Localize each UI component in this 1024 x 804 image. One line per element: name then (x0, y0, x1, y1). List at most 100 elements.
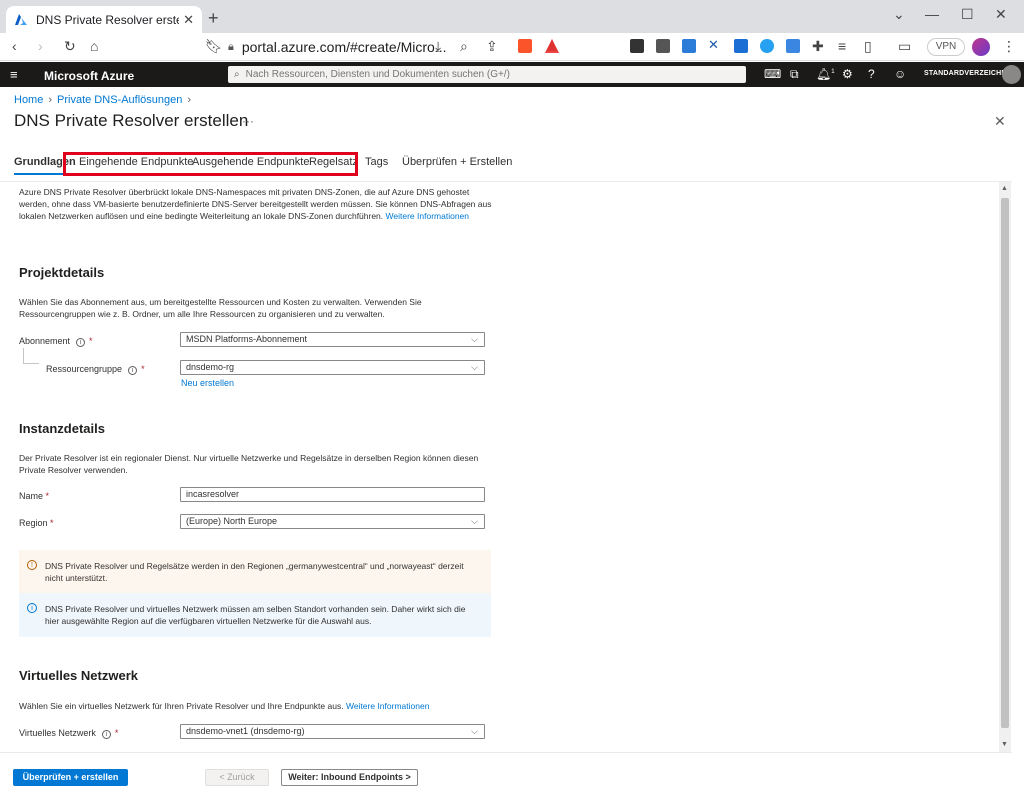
directory-name[interactable]: STANDARDVERZEICHNIS (924, 70, 1014, 77)
tab-ueberpruefen-erstellen[interactable]: Überprüfen + Erstellen (402, 156, 512, 168)
menu-icon[interactable]: ⋮ (1002, 38, 1016, 55)
project-description: Wählen Sie das Abonnement aus, um bereit… (19, 297, 422, 319)
breadcrumb: Home › Private DNS-Auflösungen › (14, 94, 196, 106)
wallet-icon[interactable]: ▭ (898, 38, 911, 55)
info-icon[interactable]: i (101, 730, 111, 739)
intro-text: Azure DNS Private Resolver überbrückt lo… (19, 186, 499, 222)
back-button[interactable]: < Zurück (205, 769, 269, 786)
zoom-icon[interactable]: ⌕ (460, 38, 468, 55)
tree-connector (23, 348, 39, 364)
chevron-down-icon: ⌵ (471, 516, 478, 526)
subscription-select[interactable]: MSDN Platforms-Abonnement ⌵ (180, 332, 485, 347)
instance-description: Der Private Resolver ist ein regionaler … (19, 453, 479, 475)
review-create-button[interactable]: Überprüfen + erstellen (13, 769, 128, 786)
region-value: (Europe) North Europe (186, 516, 278, 526)
tab-tags[interactable]: Tags (365, 156, 388, 168)
browser-toolbar: ‹ › ↻ ⌂ 🔖︎ 🔒︎ portal.azure.com/#create/M… (0, 33, 1024, 61)
scroll-up-icon[interactable]: ▲ (1001, 185, 1008, 192)
close-tab-icon[interactable]: ✕ (183, 12, 194, 28)
breadcrumb-home[interactable]: Home (14, 94, 43, 106)
home-icon[interactable]: ⌂ (90, 38, 98, 54)
required-marker: * (50, 518, 54, 528)
lock-icon: 🔒︎ (228, 40, 234, 53)
close-blade-icon[interactable]: ✕ (994, 113, 1006, 130)
browser-tab-title: DNS Private Resolver erstellen - Micr (36, 12, 179, 27)
vnet-description-text: Wählen Sie ein virtuelles Netzwerk für I… (19, 701, 344, 711)
forward-icon[interactable]: › (38, 38, 43, 54)
extension-6-icon[interactable] (760, 39, 774, 53)
chevron-down-icon: ⌵ (471, 362, 478, 372)
extension-5-icon[interactable] (734, 39, 748, 53)
back-icon[interactable]: ‹ (12, 38, 17, 54)
minimize-icon[interactable]: — (925, 6, 939, 22)
azure-logo-icon (15, 13, 27, 25)
brave-shield-icon[interactable] (518, 39, 532, 53)
window-close-icon[interactable]: ✕ (995, 6, 1007, 23)
create-new-link[interactable]: Neu erstellen (181, 378, 234, 388)
settings-gear-icon[interactable]: ⚙ (842, 67, 853, 81)
help-icon[interactable]: ? (868, 67, 875, 81)
extensions-puzzle-icon[interactable]: ✚ (812, 38, 824, 55)
azure-brand[interactable]: Microsoft Azure (44, 69, 134, 83)
azure-top-bar: ≡ Microsoft Azure ⌕ ⌨ ⧉ 🔔︎1 ⚙ ? ☺ STANDA… (0, 62, 1024, 87)
warning-message: ! DNS Private Resolver und Regelsätze we… (19, 550, 491, 594)
browser-tab[interactable]: DNS Private Resolver erstellen - Micr ✕ (6, 6, 202, 33)
resource-group-label: Ressourcengruppe i * (46, 364, 145, 375)
name-input[interactable]: incasresolver (180, 487, 485, 502)
extension-3-icon[interactable] (682, 39, 696, 53)
vnet-select[interactable]: dnsdemo-vnet1 (dnsdemo-rg) ⌵ (180, 724, 485, 739)
project-heading: Projektdetails (19, 265, 105, 280)
vnet-heading: Virtuelles Netzwerk (19, 668, 138, 683)
info-text: DNS Private Resolver und virtuelles Netz… (45, 604, 466, 626)
vpn-button[interactable]: VPN (927, 38, 965, 56)
tab-list-icon[interactable]: ⌄ (893, 6, 905, 23)
required-marker: * (141, 364, 145, 374)
install-icon[interactable]: ⤓ (435, 38, 441, 55)
next-button[interactable]: Weiter: Inbound Endpoints > (281, 769, 418, 786)
subscription-value: MSDN Platforms-Abonnement (186, 334, 308, 344)
breadcrumb-separator: › (187, 94, 192, 106)
address-bar[interactable]: 🔒︎ portal.azure.com/#create/Micro... (228, 36, 528, 58)
required-marker: * (89, 336, 93, 346)
bookmark-icon[interactable]: 🔖︎ (205, 38, 223, 55)
extension-2-icon[interactable] (656, 39, 670, 53)
reload-icon[interactable]: ↻ (64, 38, 76, 55)
more-options-icon[interactable]: ··· (242, 114, 254, 128)
extension-1-icon[interactable] (630, 39, 644, 53)
vnet-learn-more-link[interactable]: Weitere Informationen (346, 701, 429, 711)
extension-7-icon[interactable] (786, 39, 800, 53)
feedback-icon[interactable]: ☺ (894, 67, 906, 81)
scroll-down-icon[interactable]: ▼ (1001, 741, 1008, 748)
profile-avatar[interactable] (972, 38, 990, 56)
global-search-input[interactable] (245, 69, 726, 80)
directory-filter-icon[interactable]: ⧉ (790, 67, 799, 82)
region-select[interactable]: (Europe) North Europe ⌵ (180, 514, 485, 529)
intro-learn-more-link[interactable]: Weitere Informationen (386, 211, 469, 221)
info-icon[interactable]: i (76, 338, 86, 347)
scrollbar-thumb[interactable] (1001, 198, 1009, 728)
name-label: Name * (19, 491, 49, 501)
info-icon: i (27, 603, 37, 613)
extension-4-icon[interactable]: ✕ (708, 38, 722, 53)
notifications-icon[interactable]: 🔔︎1 (816, 67, 835, 81)
hamburger-menu-icon[interactable]: ≡ (10, 67, 18, 82)
global-search[interactable]: ⌕ (228, 66, 746, 83)
breadcrumb-parent[interactable]: Private DNS-Auflösungen (57, 94, 182, 106)
user-avatar[interactable] (1002, 65, 1021, 84)
cloud-shell-icon[interactable]: ⌨ (764, 67, 781, 81)
resource-group-select[interactable]: dnsdemo-rg ⌵ (180, 360, 485, 375)
instance-heading: Instanzdetails (19, 421, 105, 436)
search-icon: ⌕ (234, 69, 240, 80)
share-icon[interactable]: ⇪ (486, 38, 498, 55)
info-icon[interactable]: i (128, 366, 138, 375)
resource-group-label-text: Ressourcengruppe (46, 364, 123, 374)
sidebar-icon[interactable]: ▯ (864, 38, 872, 55)
right-edge (1012, 87, 1024, 804)
maximize-icon[interactable]: ☐ (961, 6, 974, 23)
new-tab-icon[interactable]: + (208, 8, 219, 29)
vnet-label-text: Virtuelles Netzwerk (19, 728, 96, 738)
playlist-icon[interactable]: ≡ (838, 38, 846, 54)
subscription-label: Abonnement i * (19, 336, 93, 347)
brave-rewards-icon[interactable] (545, 39, 559, 53)
browser-tab-bar: DNS Private Resolver erstellen - Micr ✕ … (0, 0, 1024, 33)
